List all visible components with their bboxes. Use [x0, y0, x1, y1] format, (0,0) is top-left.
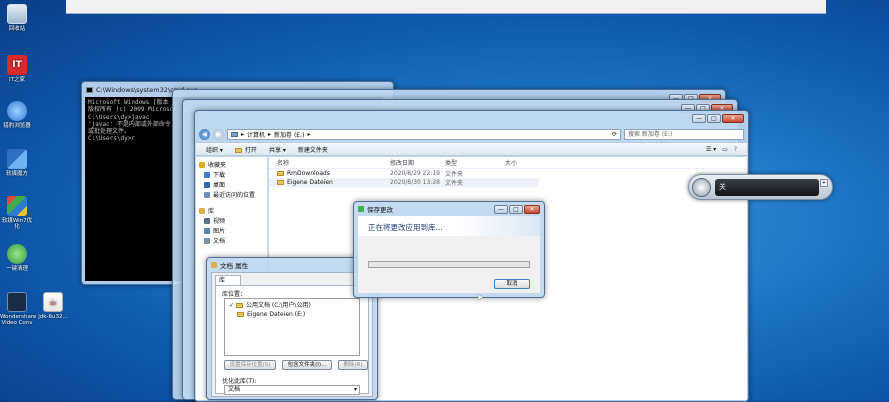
address-bar[interactable]: ▸ 计算机 ▸ 新加卷 (E:) ▸ ⟳: [227, 128, 621, 140]
forward-button[interactable]: ▶: [213, 128, 224, 140]
maximize-button[interactable]: □: [707, 113, 721, 123]
file-row[interactable]: RmDownloads 2020/8/29 22:19 文件夹: [269, 169, 747, 178]
remove-button[interactable]: 删除(R): [338, 360, 368, 370]
default-location-check-icon: ✓: [229, 302, 235, 309]
column-headers: 名称 修改日期 类型 大小: [269, 157, 747, 169]
desktop-icon-recycle-bin[interactable]: 回收站: [0, 4, 34, 32]
volume-toggle-widget[interactable]: 关 +: [688, 174, 833, 200]
nav-item-videos[interactable]: 视频: [199, 217, 264, 227]
ithome-icon: IT: [7, 55, 27, 75]
desktop-icon-video-converter[interactable]: Wondershare Video Conv: [0, 292, 36, 326]
save-message: 正在将更改应用到库...: [358, 216, 540, 236]
column-date[interactable]: 修改日期: [390, 158, 445, 167]
close-button[interactable]: ✕: [524, 204, 540, 214]
desktop-icon-cleanup[interactable]: 一键清理: [0, 244, 34, 272]
share-menu[interactable]: 共享 ▾: [269, 145, 286, 154]
maximize-button[interactable]: □: [509, 204, 523, 214]
organize-menu[interactable]: 组织 ▾: [206, 145, 223, 154]
nav-item-pictures[interactable]: 图片: [199, 227, 264, 237]
nav-item-libraries[interactable]: 库: [199, 207, 264, 217]
close-button[interactable]: ✕: [722, 113, 744, 123]
rubik-cube-icon: [7, 149, 27, 169]
progress-bar: [368, 261, 530, 268]
nav-item-documents[interactable]: 文档: [199, 237, 264, 247]
open-icon: [234, 147, 242, 153]
open-button[interactable]: 打开: [234, 145, 257, 154]
cancel-button[interactable]: 取消: [494, 279, 530, 289]
expand-icon[interactable]: +: [820, 179, 828, 187]
videos-icon: [204, 218, 210, 224]
minimize-button[interactable]: —: [692, 113, 706, 123]
search-input[interactable]: 搜索 新加卷 (E:): [624, 128, 744, 140]
java-installer-icon: ☕: [43, 292, 63, 312]
video-converter-icon: [7, 292, 27, 312]
view-options-icon[interactable]: ☰ ▾: [706, 146, 716, 153]
library-icon: [211, 262, 217, 268]
set-save-location-button[interactable]: 设置保存位置(S): [224, 360, 276, 370]
tab-library[interactable]: 库: [215, 275, 241, 285]
chevron-down-icon: ▾: [353, 386, 357, 393]
folder-icon: [277, 180, 284, 185]
save-icon: [358, 206, 364, 212]
desktop-icon-win7-optimizer[interactable]: 软媒Win7优化: [0, 196, 34, 230]
nav-item-favorites[interactable]: 收藏夹: [199, 161, 264, 171]
desktop-icon-rubik[interactable]: 软媒魔方: [0, 149, 34, 177]
breadcrumb-separator-icon: ▸: [307, 130, 311, 138]
libraries-icon: [199, 208, 205, 214]
recycle-bin-icon: [7, 4, 27, 24]
column-type[interactable]: 类型: [445, 158, 505, 167]
optimize-select[interactable]: 文档 ▾: [224, 385, 360, 395]
library-locations-label: 库位置：: [222, 291, 247, 298]
location-item[interactable]: ✓ 公用文档 (C:\用户\公用): [229, 301, 355, 310]
include-folder-button[interactable]: 包含文件夹(I)...: [282, 360, 332, 370]
breadcrumb-separator-icon: ▸: [241, 130, 245, 138]
win7-optimizer-icon: [7, 196, 27, 216]
folder-icon: [235, 303, 243, 308]
cleanup-icon: [7, 244, 27, 264]
location-item[interactable]: Eigene Dateien (E:): [229, 310, 355, 319]
breadcrumb-separator-icon: ▸: [268, 130, 272, 138]
preview-pane-icon[interactable]: ▭: [722, 146, 728, 153]
documents-icon: [204, 238, 210, 244]
folder-icon: [237, 312, 244, 317]
properties-title: 文档 属性: [220, 262, 249, 270]
nav-item-recent[interactable]: 最近访问的位置: [199, 191, 264, 201]
refresh-icon[interactable]: ⟳: [612, 131, 617, 138]
column-size[interactable]: 大小: [505, 158, 517, 167]
toggle-state-label: 关: [719, 183, 726, 191]
toggle-track[interactable]: 关: [715, 179, 819, 196]
cmd-icon: [86, 87, 93, 93]
breadcrumb-item[interactable]: 新加卷 (E:): [274, 130, 304, 139]
desktop-icon-browser[interactable]: 猎豹浏览器: [0, 101, 34, 129]
nav-item-desktop[interactable]: 桌面: [199, 181, 264, 191]
library-locations-list[interactable]: ✓ 公用文档 (C:\用户\公用) Eigene Dateien (E:): [224, 298, 360, 356]
pictures-icon: [204, 228, 210, 234]
save-dialog-title: 保存更改: [367, 206, 393, 214]
minimize-button[interactable]: —: [494, 204, 508, 214]
nav-item-downloads[interactable]: 下载: [199, 171, 264, 181]
background-window-edge: [66, 0, 826, 14]
desktop-icon: [204, 182, 210, 188]
desktop-icon-jdk[interactable]: ☕ jdk-6u32...: [36, 292, 70, 320]
favorites-star-icon: [199, 162, 205, 168]
back-button[interactable]: ◀: [199, 128, 210, 140]
file-row[interactable]: Eigene Dateien 2020/8/30 13:28 文件夹: [269, 178, 539, 187]
command-bar: 组织 ▾ 打开 共享 ▾ 新建文件夹 ☰ ▾ ▭ ?: [196, 142, 747, 156]
help-icon[interactable]: ?: [734, 146, 737, 153]
mouse-cursor-icon: ➤: [476, 293, 484, 303]
computer-icon: [231, 131, 238, 137]
breadcrumb-item[interactable]: 计算机: [247, 130, 265, 139]
power-knob-icon[interactable]: [692, 178, 711, 197]
desktop-icon-ithome[interactable]: IT IT之家: [0, 55, 34, 83]
column-name[interactable]: 名称: [269, 158, 390, 167]
cheetah-browser-icon: [7, 101, 27, 121]
new-folder-button[interactable]: 新建文件夹: [298, 145, 328, 154]
downloads-icon: [204, 172, 210, 178]
optimize-label: 优化此库(T):: [222, 378, 257, 385]
folder-icon: [277, 171, 284, 176]
recent-places-icon: [204, 192, 210, 198]
save-changes-dialog[interactable]: 保存更改 — □ ✕ 正在将更改应用到库... 取消: [353, 201, 545, 298]
